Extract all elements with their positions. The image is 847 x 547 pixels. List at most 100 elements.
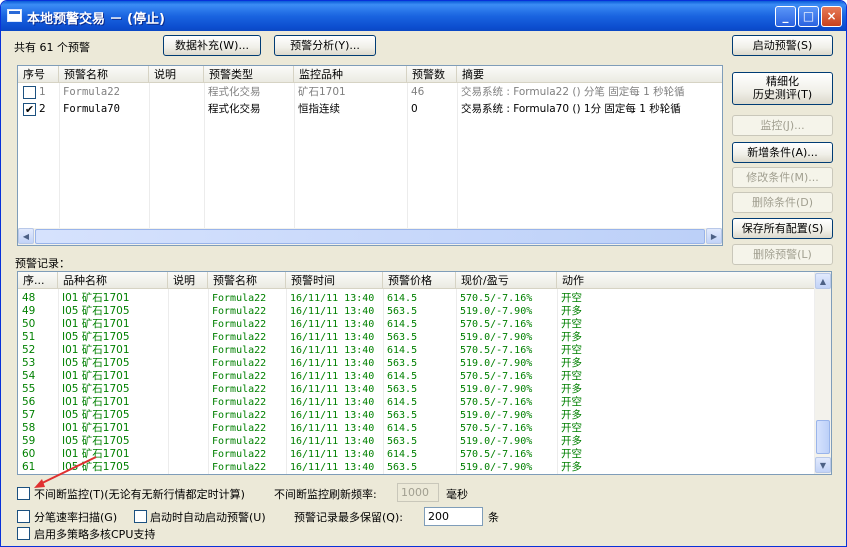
record-row[interactable]: 51 I05 矿石1705 Formula22 16/11/11 13:40 563.5…	[18, 331, 831, 344]
col-count[interactable]: 预警数	[407, 66, 457, 83]
history-test-label: 历史测评(T)	[752, 88, 813, 101]
record-alert: Formula22	[212, 371, 267, 382]
record-symbol: I05 矿石1705	[62, 331, 130, 343]
start-alert-button[interactable]: 启动预警(S)	[732, 35, 833, 56]
save-all-config-button[interactable]: 保存所有配置(S)	[732, 218, 833, 239]
record-pnl: 519.0/-7.90%	[460, 384, 533, 395]
record-row[interactable]: 50 I01 矿石1701 Formula22 16/11/11 13:40 614.5…	[18, 318, 831, 331]
scroll-up-icon[interactable]: ▲	[815, 273, 831, 289]
record-alert: Formula22	[212, 397, 267, 408]
record-row[interactable]: 52 I01 矿石1701 Formula22 16/11/11 13:40 614.5…	[18, 344, 831, 357]
record-symbol: I01 矿石1701	[62, 318, 130, 330]
alert-count: 46	[411, 86, 425, 98]
record-action: 开多	[561, 357, 582, 369]
rec-col-time[interactable]: 预警时间	[286, 272, 383, 289]
record-alert: Formula22	[212, 306, 267, 317]
record-pnl: 519.0/-7.90%	[460, 462, 533, 473]
record-alert: Formula22	[212, 423, 267, 434]
record-row[interactable]: 48 I01 矿石1701 Formula22 16/11/11 13:40 614.5…	[18, 292, 831, 305]
record-row[interactable]: 59 I05 矿石1705 Formula22 16/11/11 13:40 563.5…	[18, 435, 831, 448]
minimize-button[interactable]: _	[775, 6, 796, 27]
tick-scan-checkbox[interactable]	[17, 510, 30, 523]
record-no: 52	[22, 344, 36, 356]
alerts-table[interactable]: 序号 预警名称 说明 预警类型 监控品种 预警数 摘要 1 Formula22 …	[17, 65, 723, 246]
alert-type: 程式化交易	[208, 103, 261, 115]
record-action: 开空	[561, 422, 582, 434]
add-condition-button[interactable]: 新增条件(A)...	[732, 142, 833, 163]
record-alert: Formula22	[212, 449, 267, 460]
auto-start-label: 启动时自动启动预警(U)	[150, 511, 266, 524]
record-pnl: 570.5/-7.16%	[460, 423, 533, 434]
data-fill-button[interactable]: 数据补充(W)...	[163, 35, 261, 56]
record-desc	[168, 383, 208, 396]
multi-cpu-label: 启用多策略多核CPU支持	[34, 528, 156, 541]
rec-col-alert[interactable]: 预警名称	[208, 272, 286, 289]
delete-condition-button[interactable]: 删除条件(D)	[732, 192, 833, 213]
refine-history-test-button[interactable]: 精细化 历史测评(T)	[732, 72, 833, 105]
col-symbol[interactable]: 监控品种	[294, 66, 407, 83]
rec-col-price[interactable]: 预警价格	[383, 272, 456, 289]
record-no: 51	[22, 331, 36, 343]
record-price: 563.5	[387, 462, 418, 473]
col-type[interactable]: 预警类型	[204, 66, 294, 83]
record-row[interactable]: 56 I01 矿石1701 Formula22 16/11/11 13:40 614.5…	[18, 396, 831, 409]
record-symbol: I01 矿石1701	[62, 448, 130, 460]
alert-row[interactable]: ✔ 2 Formula70 程式化交易 恒指连续 0 交易系统 : Formul…	[18, 103, 722, 116]
alert-row[interactable]: 1 Formula22 程式化交易 矿石1701 46 交易系统 : Formu…	[18, 86, 722, 99]
refresh-frequency-label: 不间断监控刷新频率:	[274, 488, 377, 501]
close-button[interactable]: ×	[821, 6, 842, 27]
record-symbol: I05 矿石1705	[62, 357, 130, 369]
monitor-button[interactable]: 监控(J)...	[732, 115, 833, 136]
multi-cpu-checkbox[interactable]	[17, 527, 30, 540]
record-row[interactable]: 55 I05 矿石1705 Formula22 16/11/11 13:40 563.5…	[18, 383, 831, 396]
record-desc	[168, 435, 208, 448]
continuous-monitor-label: 不间断监控(T)(无论有无新行情都定时计算)	[34, 488, 245, 501]
col-desc[interactable]: 说明	[149, 66, 204, 83]
edit-condition-button[interactable]: 修改条件(M)...	[732, 167, 833, 188]
auto-start-checkbox[interactable]	[134, 510, 147, 523]
title-bar[interactable]: 本地预警交易 － (停止) _ □ ×	[1, 1, 846, 31]
record-price: 614.5	[387, 371, 418, 382]
record-price: 614.5	[387, 293, 418, 304]
record-no: 60	[22, 448, 36, 460]
scroll-thumb[interactable]	[35, 229, 705, 244]
refresh-frequency-input[interactable]: 1000	[397, 483, 439, 502]
max-records-input[interactable]: 200	[424, 507, 483, 526]
rec-col-no[interactable]: 序...	[18, 272, 58, 289]
alerts-horizontal-scrollbar[interactable]: ◀ ▶	[18, 228, 722, 245]
continuous-monitor-checkbox[interactable]	[17, 487, 30, 500]
record-desc	[168, 318, 208, 331]
alert-trading-window: 本地预警交易 － (停止) _ □ × 共有 61 个预警 数据补充(W)...…	[0, 0, 847, 547]
record-action: 开多	[561, 331, 582, 343]
record-pnl: 570.5/-7.16%	[460, 293, 533, 304]
rec-col-action[interactable]: 动作	[557, 272, 815, 289]
delete-alert-button[interactable]: 删除预警(L)	[732, 244, 833, 265]
record-row[interactable]: 54 I01 矿石1701 Formula22 16/11/11 13:40 614.5…	[18, 370, 831, 383]
scroll-down-icon[interactable]: ▼	[815, 457, 831, 473]
record-row[interactable]: 58 I01 矿石1701 Formula22 16/11/11 13:40 614.5…	[18, 422, 831, 435]
scroll-left-icon[interactable]: ◀	[18, 228, 34, 244]
maximize-button[interactable]: □	[798, 6, 819, 27]
col-summary[interactable]: 摘要	[457, 66, 722, 83]
scroll-thumb[interactable]	[816, 420, 830, 454]
col-index[interactable]: 序号	[18, 66, 59, 83]
record-row[interactable]: 60 I01 矿石1701 Formula22 16/11/11 13:40 614.5…	[18, 448, 831, 461]
rec-col-desc[interactable]: 说明	[168, 272, 208, 289]
record-row[interactable]: 61 I05 矿石1705 Formula22 16/11/11 13:40 563.5…	[18, 461, 831, 474]
scroll-right-icon[interactable]: ▶	[706, 228, 722, 244]
record-action: 开多	[561, 435, 582, 447]
record-row[interactable]: 53 I05 矿石1705 Formula22 16/11/11 13:40 563.5…	[18, 357, 831, 370]
col-name[interactable]: 预警名称	[59, 66, 149, 83]
rec-col-pnl[interactable]: 现价/盈亏	[456, 272, 557, 289]
alert-analysis-button[interactable]: 预警分析(Y)...	[274, 35, 376, 56]
record-row[interactable]: 49 I05 矿石1705 Formula22 16/11/11 13:40 563.5…	[18, 305, 831, 318]
rec-col-symbol[interactable]: 品种名称	[58, 272, 168, 289]
record-row[interactable]: 57 I05 矿石1705 Formula22 16/11/11 13:40 563.5…	[18, 409, 831, 422]
records-vertical-scrollbar[interactable]: ▲ ▼	[814, 272, 831, 474]
record-pnl: 570.5/-7.16%	[460, 345, 533, 356]
record-pnl: 570.5/-7.16%	[460, 319, 533, 330]
alert-symbol: 恒指连续	[298, 103, 340, 115]
alert-summary: 交易系统 : Formula22 () 分笔 固定每 1 秒轮循	[461, 86, 685, 98]
records-table[interactable]: 序... 品种名称 说明 预警名称 预警时间 预警价格 现价/盈亏 动作 48 I…	[17, 271, 832, 475]
window-title: 本地预警交易 － (停止)	[27, 12, 165, 27]
